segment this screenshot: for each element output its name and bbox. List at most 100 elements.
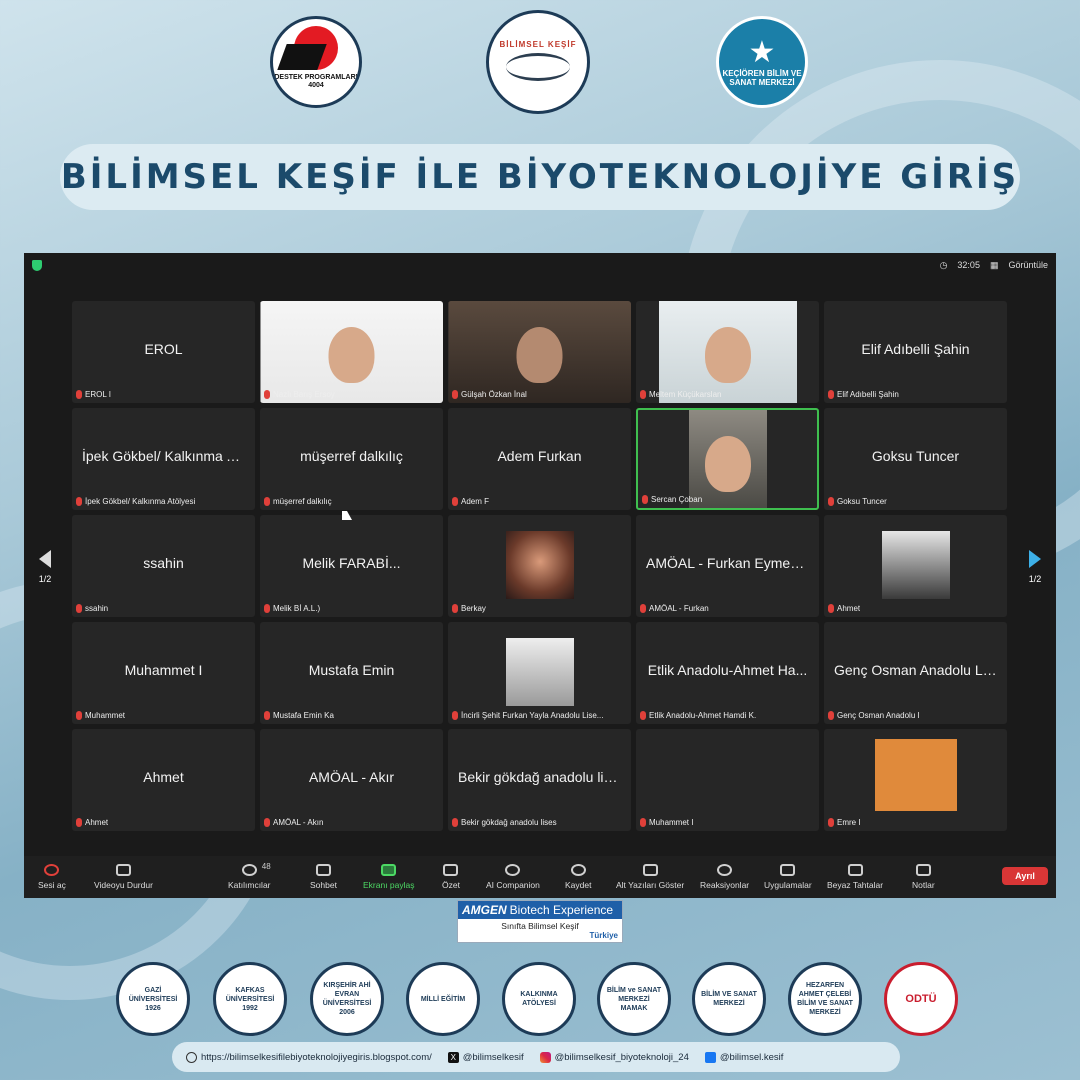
apps-button[interactable]: Uygulamalar: [764, 864, 812, 890]
participant-tile[interactable]: Bekir gökdağ anadolu lis... Bekir gökdağ …: [448, 729, 631, 831]
reactions-button[interactable]: Reaksiyonlar: [700, 864, 749, 890]
participant-name: Ahmet: [85, 818, 109, 827]
participant-display-name: AMÖAL - Furkan Eymen...: [646, 555, 810, 571]
share-screen-button[interactable]: Ekranı paylaş: [363, 864, 415, 890]
mic-off-icon: [264, 390, 270, 399]
participant-name-label: AMÖAL - Akın: [264, 818, 323, 827]
apps-icon: [780, 864, 796, 876]
participant-tile[interactable]: Genç Osman Anadolu Li... Genç Osman Anado…: [824, 622, 1007, 724]
summary-button[interactable]: Özet: [442, 864, 460, 890]
participant-tile[interactable]: ssahin ssahin: [72, 515, 255, 617]
participant-tile[interactable]: Elif Adıbelli Şahin Elif Adıbelli Şahin: [824, 301, 1007, 403]
participant-name: ssahin: [85, 604, 109, 613]
view-button[interactable]: Görüntüle: [1008, 260, 1048, 270]
participant-name-label: Adem F: [452, 497, 489, 506]
participant-tile[interactable]: Adem Furkan Adem F: [448, 408, 631, 510]
clock-icon: ◷: [939, 259, 948, 270]
participant-tile[interactable]: Nazlı Barış Ersoy: [260, 301, 443, 403]
video-camera-icon: [115, 864, 131, 876]
participant-display-name: müşerref dalkılıç: [300, 448, 403, 464]
participant-tile[interactable]: AMÖAL - Akır AMÖAL - Akın: [260, 729, 443, 831]
participant-name: Melik Bİ A.L.): [273, 604, 321, 613]
partner-logo: KIRŞEHİR AHİ EVRAN ÜNİVERSİTESİ 2006: [310, 962, 384, 1036]
participant-tile[interactable]: Emre I: [824, 729, 1007, 831]
mic-off-icon: [828, 497, 834, 506]
notes-button[interactable]: Notlar: [912, 864, 935, 890]
participant-tile[interactable]: Meltem Küçükarslan: [636, 301, 819, 403]
notes-icon: [915, 864, 931, 876]
mic-off-icon: [452, 818, 458, 827]
stop-video-button[interactable]: Videoyu Durdur: [94, 864, 153, 890]
page-title: BİLİMSEL KEŞİF İLE BİYOTEKNOLOJİYE GİRİŞ: [60, 157, 1020, 197]
bilimsel-kesif-logo: BİLİMSEL KEŞİF: [486, 10, 590, 114]
participant-tile[interactable]: Gülşah Özkan İnal: [448, 301, 631, 403]
top-logos: DESTEK PROGRAMLARI 4004 BİLİMSEL KEŞİF ★…: [0, 10, 1080, 114]
participant-tile[interactable]: AMÖAL - Furkan Eymen... AMÖAL - Furkan: [636, 515, 819, 617]
chat-icon: [315, 864, 331, 876]
participant-name-label: Ahmet: [76, 818, 108, 827]
record-button[interactable]: Kaydet: [565, 864, 591, 890]
dna-icon: [506, 52, 570, 81]
participant-tile[interactable]: müşerref dalkılıç müşerref dalkılıç: [260, 408, 443, 510]
unmute-button[interactable]: Sesi aç: [38, 864, 66, 890]
participant-tile[interactable]: Melik FARABİ... Melik Bİ A.L.): [260, 515, 443, 617]
record-icon: [570, 864, 586, 876]
participant-avatar: [881, 531, 950, 599]
participant-tile[interactable]: Sercan Çoban: [636, 408, 819, 510]
participant-tile[interactable]: Muhammet I Muhammet: [72, 622, 255, 724]
participant-tile[interactable]: EROL EROL I: [72, 301, 255, 403]
participant-display-name: Mustafa Emin: [308, 662, 395, 678]
participant-name: İncirli Şehit Furkan Yayla Anadolu Lise.…: [461, 711, 604, 720]
participant-name: Emre I: [837, 818, 861, 827]
participants-button[interactable]: 48 Katılımcılar: [228, 862, 271, 890]
website-link[interactable]: https://bilimselkesifilebiyoteknolojiyeg…: [186, 1051, 432, 1063]
facebook-link[interactable]: @bilimsel.kesif: [704, 1051, 783, 1063]
mic-off-icon: [642, 495, 648, 504]
participant-tile[interactable]: Muhammet I: [636, 729, 819, 831]
amgen-header: AMGEN Biotech Experience: [458, 901, 622, 919]
partner-logo: BİLİM VE SANAT MERKEZİ: [692, 962, 766, 1036]
apps-label: Uygulamalar: [764, 880, 812, 890]
participant-name: Gülşah Özkan İnal: [461, 390, 527, 399]
participant-tile[interactable]: Ahmet Ahmet: [72, 729, 255, 831]
mic-off-icon: [828, 390, 834, 399]
kecioren-logo-text: KEÇİÖREN BİLİM VE SANAT MERKEZİ: [722, 69, 802, 87]
participant-name: Nazlı Barış Ersoy: [273, 390, 335, 399]
participant-name: İpek Gökbel/ Kalkınma Atölyesi: [85, 497, 196, 506]
leave-button[interactable]: Ayrıl: [1002, 867, 1048, 885]
globe-icon: [186, 1051, 197, 1063]
shield-icon[interactable]: [32, 259, 42, 271]
participant-tile[interactable]: Etlik Anadolu-Ahmet Ha... Etlik Anadolu-A…: [636, 622, 819, 724]
facebook-icon: [704, 1051, 716, 1063]
amgen-badge: AMGEN Biotech Experience Sınıfta Bilimse…: [457, 900, 623, 943]
chat-button[interactable]: Sohbet: [310, 864, 337, 890]
participant-tile[interactable]: Goksu Tuncer Goksu Tuncer: [824, 408, 1007, 510]
participant-name-label: Mustafa Emin Ka: [264, 711, 334, 720]
instagram-link[interactable]: @bilimselkesif_biyoteknoloji_24: [539, 1051, 689, 1063]
prev-page-button[interactable]: 1/2: [24, 535, 66, 599]
unmute-label: Sesi aç: [38, 880, 66, 890]
participant-tile[interactable]: İncirli Şehit Furkan Yayla Anadolu Lise.…: [448, 622, 631, 724]
page-indicator: 1/2: [1028, 574, 1042, 584]
participant-name-label: Meltem Küçükarslan: [640, 390, 721, 399]
participant-tile[interactable]: Ahmet: [824, 515, 1007, 617]
participant-tile[interactable]: Mustafa Emin Mustafa Emin Ka: [260, 622, 443, 724]
grid-icon[interactable]: ▦: [990, 260, 999, 271]
chat-label: Sohbet: [310, 880, 337, 890]
participant-tile[interactable]: İpek Gökbel/ Kalkınma A... İpek Gökbel/ K…: [72, 408, 255, 510]
next-page-button[interactable]: 1/2: [1014, 535, 1056, 599]
participant-name: Adem F: [461, 497, 490, 506]
partner-logo: HEZARFEN AHMET ÇELEBİ BİLİM VE SANAT MER…: [788, 962, 862, 1036]
whiteboards-button[interactable]: Beyaz Tahtalar: [827, 864, 883, 890]
participant-name: Elif Adıbelli Şahin: [837, 390, 899, 399]
x-link[interactable]: X @bilimselkesif: [447, 1051, 524, 1063]
participant-display-name: Bekir gökdağ anadolu lis...: [458, 769, 623, 785]
participant-display-name: EROL: [144, 341, 183, 357]
mic-off-icon: [264, 604, 270, 613]
captions-button[interactable]: Alt Yazıları Göster: [616, 864, 684, 890]
participant-face: [704, 436, 751, 492]
ai-companion-button[interactable]: AI Companion: [486, 864, 540, 890]
participant-tile[interactable]: Berkay: [448, 515, 631, 617]
participant-face: [328, 327, 375, 383]
participant-display-name: Elif Adıbelli Şahin: [861, 341, 970, 357]
